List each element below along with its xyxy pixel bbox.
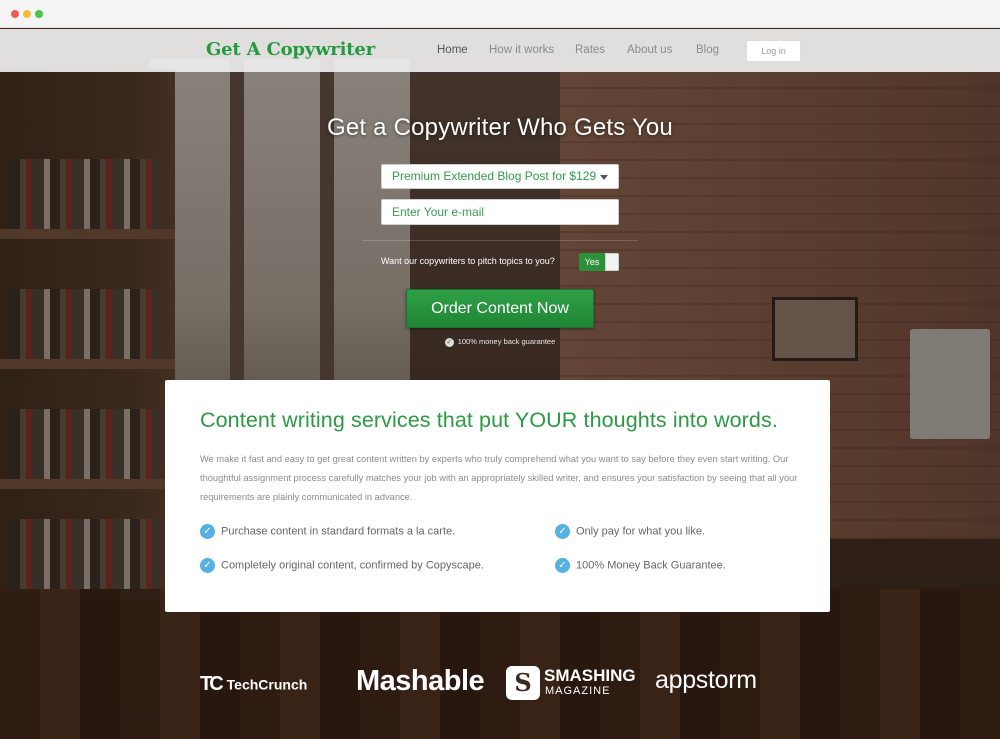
smashing-name: SMASHING [544,666,636,685]
form-divider [362,240,638,241]
feature-item: ✓ 100% Money Back Guarantee. [555,558,726,573]
check-icon: ✓ [555,558,570,573]
services-description: We make it fast and easy to get great co… [200,454,798,502]
appstorm-logo: appstorm [655,666,757,694]
techcrunch-logo: TC TechCrunch [200,673,307,696]
close-window-icon[interactable] [11,10,19,18]
services-card: Content writing services that put YOUR t… [165,380,830,612]
money-back-note: ✓ 100% money back guarantee [0,337,1000,347]
minimize-window-icon[interactable] [23,10,31,18]
email-input[interactable] [381,199,619,225]
toggle-yes-label: Yes [579,253,605,271]
site-logo[interactable]: Get A Copywriter [206,39,375,60]
techcrunch-name: TechCrunch [226,676,308,693]
services-title: Content writing services that put YOUR t… [200,408,778,432]
feature-item: ✓ Purchase content in standard formats a … [200,524,455,539]
nav-rates[interactable]: Rates [575,44,605,56]
pitch-topics-toggle[interactable]: Yes [579,253,619,271]
mashable-logo: Mashable [356,665,485,697]
package-select[interactable]: Premium Extended Blog Post for $129 [381,164,619,189]
feature-item: ✓ Completely original content, confirmed … [200,558,484,573]
maximize-window-icon[interactable] [35,10,43,18]
feature-text: Completely original content, confirmed b… [221,559,484,572]
nav-blog[interactable]: Blog [696,44,719,56]
check-icon: ✓ [555,524,570,539]
money-back-text: 100% money back guarantee [457,337,556,346]
browser-chrome [0,0,1000,28]
pitch-topics-question: Want our copywriters to pitch topics to … [381,256,555,266]
nav-home[interactable]: Home [437,44,468,56]
hero-title: Get a Copywriter Who Gets You [327,114,673,141]
feature-text: Purchase content in standard formats a l… [221,525,456,538]
check-circle-icon: ✓ [444,337,454,347]
order-content-button[interactable]: Order Content Now [406,289,594,328]
magazine-name: MAGAZINE [545,685,611,697]
techcrunch-mark-icon: TC [200,673,224,695]
nav-how-it-works[interactable]: How it works [489,44,554,56]
smashing-s-icon: S [506,666,540,700]
caret-down-icon [600,175,608,180]
package-select-value: Premium Extended Blog Post for $129 [392,169,597,183]
login-button[interactable]: Log in [746,40,801,62]
feature-item: ✓ Only pay for what you like. [555,524,705,539]
check-icon: ✓ [200,524,215,539]
check-icon: ✓ [200,558,215,573]
toggle-knob [605,253,619,271]
feature-text: 100% Money Back Guarantee. [576,559,726,572]
nav-about-us[interactable]: About us [627,44,672,56]
feature-text: Only pay for what you like. [576,525,706,538]
